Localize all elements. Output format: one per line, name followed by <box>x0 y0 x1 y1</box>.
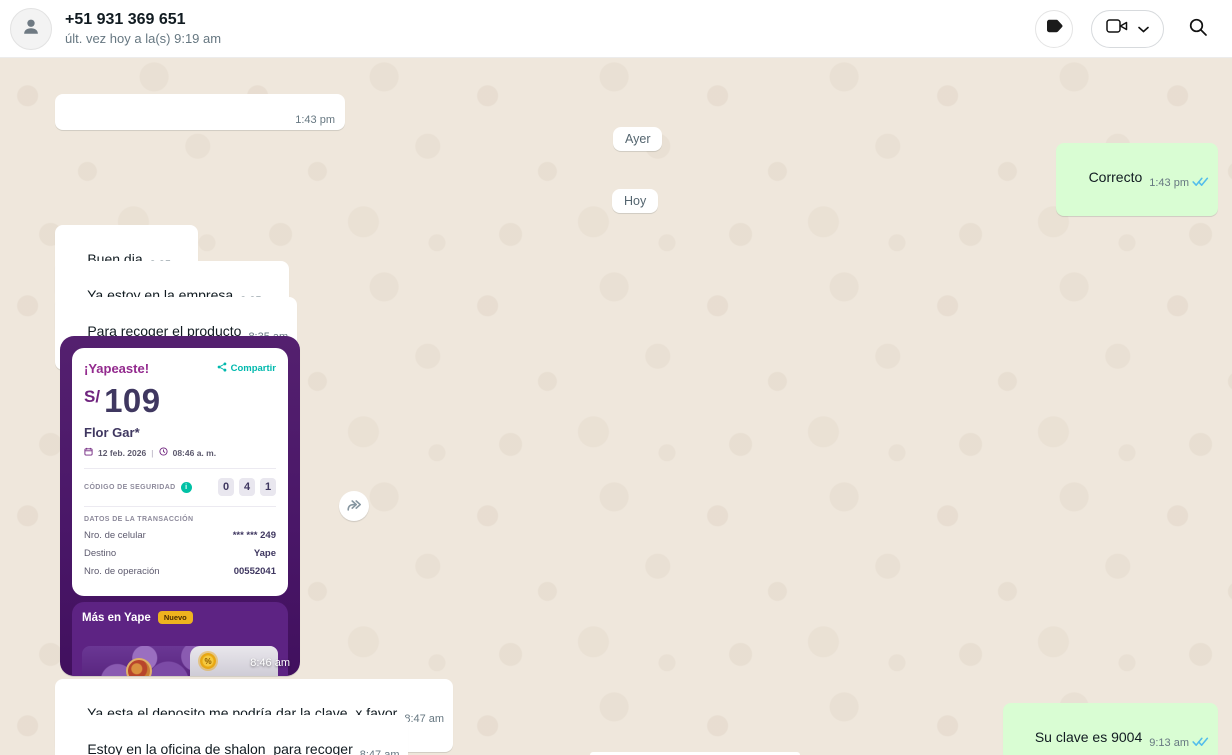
separator: | <box>151 448 153 458</box>
clock-icon <box>159 447 168 458</box>
share-button[interactable]: Compartir <box>217 362 276 375</box>
promo-banner: % <box>82 646 278 676</box>
label-icon <box>1045 18 1064 39</box>
date-pill-yesterday: Ayer <box>613 127 662 151</box>
footer-title: Más en Yape <box>82 612 151 624</box>
video-call-button[interactable] <box>1091 10 1164 48</box>
calendar-icon <box>84 447 93 458</box>
read-receipt-double-check-icon <box>1192 733 1209 752</box>
code-digit: 1 <box>260 478 276 496</box>
row-label: Nro. de celular <box>84 530 146 541</box>
yape-receipt-image-message[interactable]: ¡Yapeaste! Compartir S/ 109 Flor Gar* 12… <box>60 336 300 676</box>
row-value: Yape <box>254 548 276 559</box>
share-label: Compartir <box>231 363 276 374</box>
security-code-digits: 0 4 1 <box>218 478 276 496</box>
recipient-name: Flor Gar* <box>84 425 276 440</box>
forward-arrow-icon <box>345 497 363 516</box>
header-actions <box>1035 10 1214 48</box>
message-bubble-outgoing[interactable]: Correcto 1:43 pm <box>1056 143 1218 216</box>
code-digit: 0 <box>218 478 234 496</box>
row-label: Nro. de operación <box>84 566 160 577</box>
message-time: 8:47 am <box>404 710 444 729</box>
message-time: 1:43 pm <box>295 114 335 126</box>
share-icon <box>217 362 227 375</box>
message-bubble-incoming[interactable]: Estoy en la oficina de shalon para recog… <box>55 715 408 755</box>
message-time: 8:47 am <box>360 746 400 755</box>
transaction-time: 08:46 a. m. <box>173 448 216 458</box>
person-icon <box>20 15 42 42</box>
date-pill-today: Hoy <box>612 189 658 213</box>
currency-symbol: S/ <box>84 387 100 407</box>
search-button[interactable] <box>1182 13 1214 45</box>
chevron-down-icon <box>1138 20 1149 38</box>
info-icon[interactable]: i <box>181 482 192 493</box>
transaction-row: Nro. de operación 00552041 <box>84 566 276 577</box>
contact-name: +51 931 369 651 <box>65 10 221 30</box>
whatsapp-window: 1:43 pm Ayer Correcto1:43 pm Hoy Buen di… <box>0 0 1232 755</box>
message-time: 9:13 am <box>1149 734 1189 753</box>
chat-scroll-area[interactable]: 1:43 pm Ayer Correcto1:43 pm Hoy Buen di… <box>0 58 1232 755</box>
chat-header: +51 931 369 651 últ. vez hoy a la(s) 9:1… <box>0 0 1232 58</box>
message-bubble-truncated[interactable]: 1:43 pm <box>55 94 345 130</box>
forward-message-button[interactable] <box>339 491 369 521</box>
contact-info[interactable]: +51 931 369 651 últ. vez hoy a la(s) 9:1… <box>65 10 221 48</box>
transaction-date: 12 feb. 2026 <box>98 448 146 458</box>
transaction-row: Destino Yape <box>84 548 276 559</box>
message-bubble-outgoing[interactable]: Su clave es 9004 9:13 am <box>1003 703 1219 755</box>
pizza-image <box>126 658 152 676</box>
message-time: 1:43 pm <box>1149 174 1189 193</box>
message-time-overlay: 8:46 am <box>250 657 290 669</box>
discount-sun-icon: % <box>200 653 216 669</box>
message-text: Su clave es 9004 <box>1035 729 1142 745</box>
contact-avatar[interactable] <box>10 8 52 50</box>
transaction-data-label: DATOS DE LA TRANSACCIÓN <box>84 516 276 523</box>
divider <box>84 506 276 507</box>
row-value: 00552041 <box>234 566 276 577</box>
label-button[interactable] <box>1035 10 1073 48</box>
date-pill-label: Ayer <box>625 132 650 146</box>
yape-title: ¡Yapeaste! <box>84 361 149 376</box>
message-text: Estoy en la oficina de shalon para recog… <box>87 741 352 755</box>
last-seen-status: últ. vez hoy a la(s) 9:19 am <box>65 30 221 48</box>
message-text: Correcto <box>1089 169 1143 185</box>
yape-receipt-card: ¡Yapeaste! Compartir S/ 109 Flor Gar* 12… <box>72 348 288 596</box>
divider <box>84 468 276 469</box>
security-code-label: CÓDIGO DE SEGURIDAD <box>84 484 176 491</box>
nuevo-badge: Nuevo <box>158 611 193 624</box>
video-call-icon <box>1106 18 1128 39</box>
date-pill-label: Hoy <box>624 194 646 208</box>
row-value: *** *** 249 <box>233 530 276 541</box>
search-icon <box>1188 17 1208 40</box>
transaction-row: Nro. de celular *** *** 249 <box>84 530 276 541</box>
row-label: Destino <box>84 548 116 559</box>
read-receipt-double-check-icon <box>1192 173 1209 192</box>
code-digit: 4 <box>239 478 255 496</box>
amount-value: 109 <box>104 384 161 418</box>
